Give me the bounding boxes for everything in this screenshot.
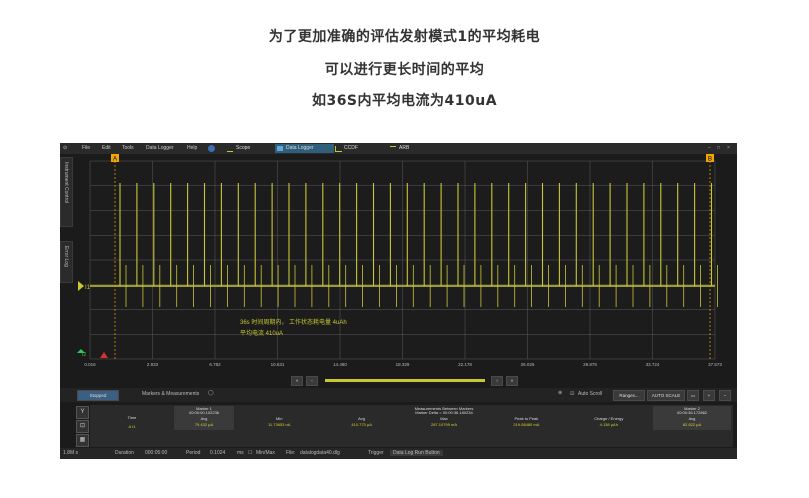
x-tick-label: 26.026 <box>520 362 535 367</box>
caption-line-3: 如36S内平均电流为410uA <box>311 93 498 109</box>
auto-scroll-label: Auto Scroll <box>578 391 603 397</box>
auto-scale-button[interactable]: AUTO SCALE <box>647 390 685 401</box>
caption-line-2: 可以进行更长时间的平均 <box>324 62 485 78</box>
minmax-label: Min/Max <box>256 450 275 456</box>
marker2-avg-label: Avg <box>688 416 696 421</box>
marker1-avg-label: Avg <box>200 416 208 421</box>
marker2-time: 00:00:36.172862 <box>676 410 708 415</box>
x-tick-label: 18.329 <box>395 362 410 367</box>
x-tick-label: 10.631 <box>270 362 285 367</box>
x-tick-label: 2.933 <box>146 362 159 367</box>
marker-b-label: B <box>708 157 712 163</box>
x-tick-label: 29.875 <box>583 362 597 367</box>
measurement-value: 410.773 µA <box>351 422 372 427</box>
channel-i1-offset-marker[interactable] <box>78 281 84 291</box>
annotation-line-2: 平均电流 410uA <box>240 331 284 337</box>
duration-label: Duration <box>115 450 134 456</box>
measurement-header: Min <box>275 416 283 421</box>
measurements-table: Time A I1 Marker 1 00:00:00.102236 Avg 7… <box>90 405 733 447</box>
zoom-in-icon[interactable]: + <box>703 390 715 401</box>
stopped-button[interactable]: Stopped <box>77 390 119 401</box>
x-tick-label: 14.480 <box>333 362 347 367</box>
caption-line-1: 为了更加准确的评估发射模式1的平均耗电 <box>268 29 541 45</box>
period-value[interactable]: 0.1024 <box>210 450 225 456</box>
scroll-left-button[interactable]: ‹ <box>306 376 318 386</box>
time-header: Time <box>127 415 137 420</box>
x-tick-label: 0.016 <box>84 362 96 367</box>
marker2-avg-value: 82.822 µA <box>682 422 702 427</box>
marker1-avg-value: 79.432 µA <box>194 422 214 427</box>
markers-measurements-label[interactable]: Markers & Measurements <box>142 391 199 397</box>
marker-measure-icon[interactable]: ⊡ <box>76 420 89 433</box>
measurement-value: 287.10799 mA <box>430 422 457 427</box>
scroll-first-button[interactable]: « <box>291 376 303 386</box>
ranges-button[interactable]: Ranges... <box>613 390 645 401</box>
trigger-select[interactable]: Data Log Run Button <box>390 450 443 456</box>
x-tick-label: 22.178 <box>458 362 472 367</box>
row-label: A I1 <box>128 424 136 429</box>
marker-delta: Marker Delta = 00:00:36.180234 <box>415 410 473 415</box>
measurement-value: 219.08480 mA <box>513 422 540 427</box>
filter-icon[interactable]: Y <box>76 406 89 419</box>
scroll-last-button[interactable]: » <box>506 376 518 386</box>
toggle-icon[interactable]: ◯ <box>208 390 214 396</box>
waveform-plot[interactable]: A B I1 I2 <box>60 143 737 388</box>
minmax-checkbox[interactable]: ☐ <box>248 450 252 456</box>
marker1-time: 00:00:00.102236 <box>188 410 220 415</box>
period-unit: ms <box>237 450 244 456</box>
x-tick-label: 33.724 <box>645 362 660 367</box>
auto-scroll-checkbox[interactable]: ☑ <box>570 391 574 397</box>
channel-i2-label: I2 <box>82 352 86 358</box>
measurement-value: 11.73653 nA <box>268 422 291 427</box>
x-tick-label: 37.573 <box>708 362 722 367</box>
annotation-line-1: 36s 时间周期内， 工作状态耗电量 4uAh <box>240 320 347 326</box>
control-bar: Stopped Markers & Measurements ◯ ⊕ ☑ Aut… <box>60 388 737 402</box>
measurement-header: Avg <box>358 416 365 421</box>
measurement-header: Max <box>440 416 448 421</box>
zoom-fit-icon[interactable]: ⊕ <box>558 390 562 396</box>
zoom-out-icon[interactable]: − <box>719 390 731 401</box>
channel-i1-label: I1 <box>85 285 91 291</box>
file-label: File: <box>286 450 296 456</box>
status-bar: 1.8M s Duration 000:05:00 Period 0.1024 … <box>60 448 737 459</box>
measurement-header: Peak to Peak <box>514 416 539 421</box>
x-tick-label: 6.782 <box>209 362 221 367</box>
grid-icon[interactable]: ▦ <box>76 434 89 447</box>
period-label: Period <box>186 450 201 456</box>
trigger-label: Trigger <box>368 450 384 456</box>
duration-value[interactable]: 000:05:00 <box>145 450 167 456</box>
marker-a-label: A <box>113 157 117 163</box>
scrollbar-thumb[interactable] <box>325 379 485 382</box>
measurement-header: Charge / Energy <box>594 416 624 421</box>
data-logger-window: ⊙ File Edit Tools Data Logger Help Scope… <box>60 143 737 459</box>
scroll-right-button[interactable]: › <box>491 376 503 386</box>
file-value[interactable]: datalogdata40.dlg <box>300 450 340 456</box>
screenshot-icon[interactable]: ▭ <box>687 390 699 401</box>
range-selector[interactable]: 1.8M s <box>63 450 78 456</box>
measurement-value: 4.138 µAh <box>599 422 618 427</box>
